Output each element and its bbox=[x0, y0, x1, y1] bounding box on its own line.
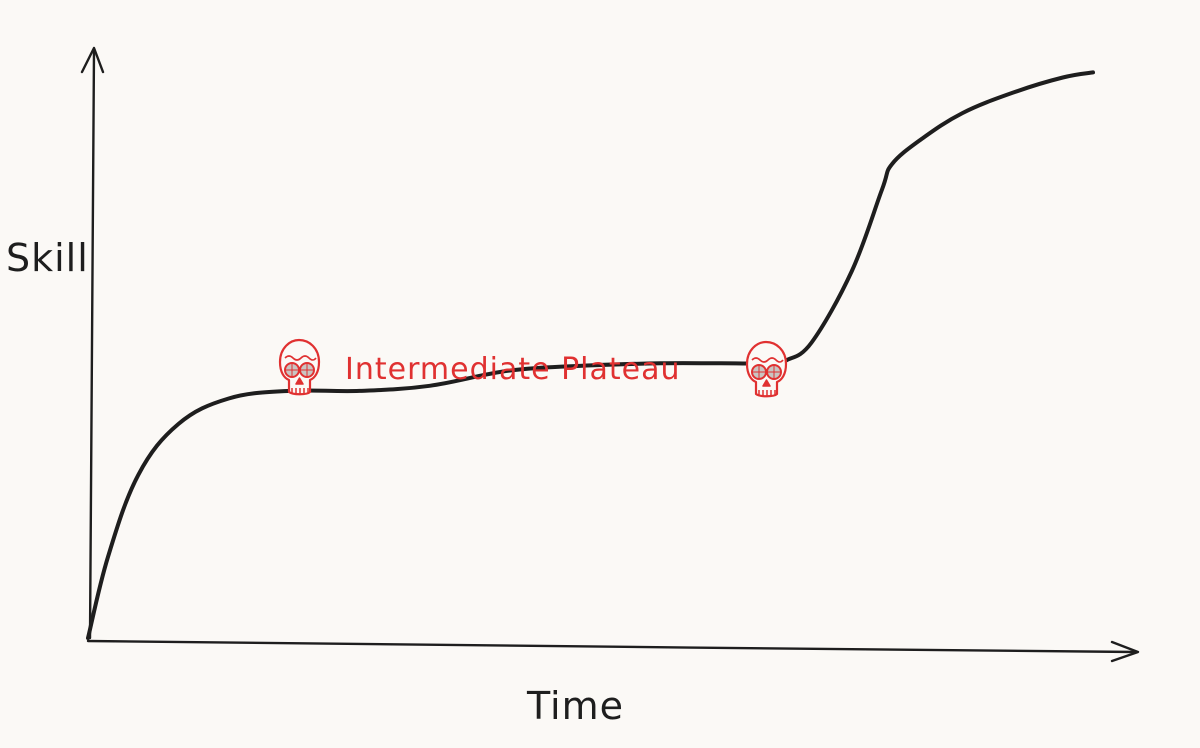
y-axis-line bbox=[88, 48, 96, 640]
y-axis-arrowhead bbox=[80, 46, 105, 74]
x-axis-line bbox=[86, 639, 1138, 654]
skull-icon bbox=[278, 338, 321, 396]
diagram-canvas: Skill Time Intermediate Plateau bbox=[0, 0, 1200, 748]
y-axis-label: Skill bbox=[6, 236, 89, 280]
plateau-annotation: Intermediate Plateau bbox=[345, 352, 681, 387]
x-axis-label: Time bbox=[527, 684, 624, 728]
skull-icon bbox=[745, 340, 788, 398]
